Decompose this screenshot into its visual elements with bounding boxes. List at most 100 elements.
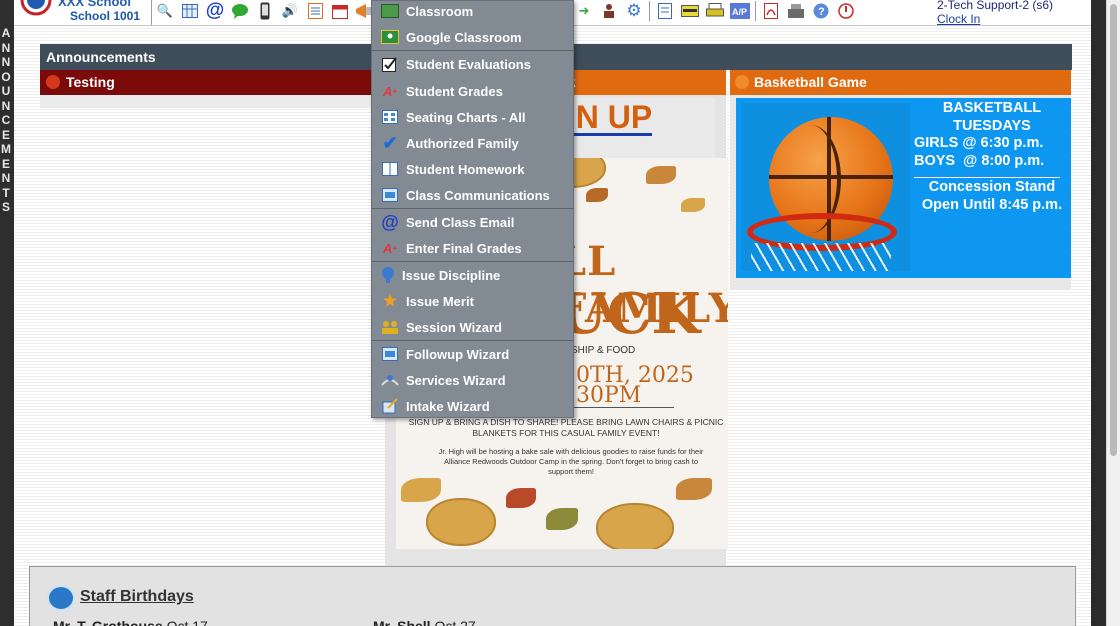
school-logo[interactable] bbox=[18, 0, 54, 16]
power-icon[interactable] bbox=[836, 1, 856, 21]
menu-item-label: Send Class Email bbox=[406, 214, 515, 230]
chat-icon[interactable] bbox=[230, 1, 250, 21]
user-info: 2-Tech Support-2 (s6) Clock In bbox=[937, 0, 1053, 26]
vertical-scrollbar[interactable] bbox=[1106, 0, 1120, 626]
leaf-decoration bbox=[676, 478, 712, 500]
menu-item-intake-wizard[interactable]: Intake Wizard bbox=[372, 393, 573, 419]
staff-birthdays-title[interactable]: Staff Birthdays bbox=[80, 588, 194, 606]
side-letter: E bbox=[1, 156, 10, 171]
printer-icon[interactable] bbox=[705, 1, 725, 21]
basketball-divider bbox=[914, 176, 1060, 178]
discipline-icon bbox=[379, 266, 397, 284]
menu-item-label: Authorized Family bbox=[406, 135, 519, 151]
header-divider bbox=[151, 0, 152, 25]
menu-item-authorized-family[interactable]: ✔ Authorized Family bbox=[372, 130, 573, 156]
poster-divider bbox=[571, 407, 674, 408]
basketball-icon bbox=[735, 75, 749, 89]
side-letter: N bbox=[1, 98, 11, 113]
side-letter: C bbox=[1, 113, 11, 127]
basketball-girls-time: GIRLS @ 6:30 p.m. bbox=[914, 135, 1044, 152]
book-icon bbox=[381, 160, 399, 178]
toolbar-left: 🔍 @ 🔊 bbox=[155, 1, 375, 21]
mobile-phone-icon[interactable] bbox=[255, 1, 275, 21]
poster-subtitle: SHIP & FOOD bbox=[571, 345, 636, 356]
leaf-decoration bbox=[401, 478, 441, 502]
menu-item-services-wizard[interactable]: Services Wizard bbox=[372, 367, 573, 393]
menu-item-seating-charts[interactable]: Seating Charts - All bbox=[372, 104, 573, 130]
calendar-grid-icon[interactable] bbox=[180, 1, 200, 21]
menu-item-label: Enter Final Grades bbox=[406, 240, 522, 256]
pumpkin-decoration bbox=[426, 498, 496, 546]
menu-item-label: Issue Discipline bbox=[402, 267, 501, 283]
basketball-image bbox=[741, 103, 910, 271]
document-list-icon[interactable] bbox=[655, 1, 675, 21]
at-sign-icon: @ bbox=[381, 211, 399, 232]
menu-item-followup-wizard[interactable]: Followup Wizard bbox=[372, 341, 573, 367]
pin-icon bbox=[46, 75, 60, 89]
id-card-icon[interactable] bbox=[680, 1, 700, 21]
poster-time-line: 30PM bbox=[576, 383, 642, 408]
settings-gear-icon[interactable]: ⚙ bbox=[624, 1, 644, 21]
user-name: 2-Tech Support-2 (s6) bbox=[937, 0, 1054, 12]
leaf-decoration bbox=[506, 488, 536, 508]
menu-item-label: Followup Wizard bbox=[406, 346, 510, 362]
report-icon[interactable] bbox=[305, 1, 325, 21]
menu-item-issue-merit[interactable]: ★ Issue Merit bbox=[372, 288, 573, 314]
menu-item-class-communications[interactable]: Class Communications bbox=[372, 182, 573, 208]
basketball-line: TUESDAYS bbox=[953, 117, 1031, 134]
side-letter: N bbox=[1, 40, 11, 55]
menu-item-label: Class Communications bbox=[406, 187, 550, 203]
poster-instructions: SIGN UP & BRING A DISH TO SHARE! PLEASE … bbox=[408, 417, 724, 438]
menu-item-label: Intake Wizard bbox=[406, 398, 490, 414]
menu-item-classroom[interactable]: Classroom bbox=[372, 0, 573, 24]
menu-item-label: Student Grades bbox=[406, 83, 503, 99]
pdf-icon[interactable] bbox=[761, 1, 781, 21]
staff-birthdays-panel: Staff Birthdays Mr. T. Grothouse Oct 17 … bbox=[29, 566, 1076, 626]
help-icon[interactable]: ? bbox=[811, 1, 831, 21]
menu-item-enter-final-grades[interactable]: A + Enter Final Grades bbox=[372, 235, 573, 261]
side-letter: U bbox=[1, 84, 11, 98]
basketball-schedule-text: BASKETBALL TUESDAYS GIRLS @ 6:30 p.m. BO… bbox=[914, 100, 1070, 214]
email-at-icon[interactable]: @ bbox=[205, 1, 225, 21]
basketball-panel-title: Basketball Game bbox=[754, 74, 867, 90]
leaf-decoration bbox=[646, 166, 676, 184]
testing-panel-title: Testing bbox=[66, 74, 115, 90]
checkmark-icon: ✔ bbox=[382, 132, 398, 153]
menu-item-session-wizard[interactable]: Session Wizard bbox=[372, 314, 573, 340]
intake-wizard-icon bbox=[381, 397, 399, 415]
clock-in-link[interactable]: Clock In bbox=[937, 12, 1053, 26]
side-letter: N bbox=[1, 55, 11, 69]
arrow-right-icon[interactable]: ➜ bbox=[574, 1, 594, 21]
calendar-icon[interactable] bbox=[330, 1, 350, 21]
menu-item-google-classroom[interactable]: Google Classroom bbox=[372, 24, 573, 50]
menu-item-label: Student Homework bbox=[406, 161, 525, 177]
people-icon[interactable] bbox=[599, 1, 619, 21]
basketball-panel-header[interactable]: Basketball Game bbox=[730, 70, 1071, 95]
menu-item-label: Services Wizard bbox=[406, 372, 506, 388]
school-name[interactable]: School 1001 bbox=[70, 9, 140, 23]
side-letter: T bbox=[2, 185, 10, 200]
menu-item-student-grades[interactable]: A + Student Grades bbox=[372, 78, 573, 104]
speaker-icon[interactable]: 🔊 bbox=[280, 1, 300, 21]
menu-item-student-homework[interactable]: Student Homework bbox=[372, 156, 573, 182]
birthday-entry: Mr. T. Grothouse Oct 17 bbox=[53, 618, 208, 626]
accounts-payable-icon[interactable]: A/P bbox=[730, 1, 750, 21]
menu-item-label: Seating Charts - All bbox=[406, 109, 526, 125]
menu-item-label: Session Wizard bbox=[406, 319, 502, 335]
basketball-boys-time: BOYS @ 8:00 p.m. bbox=[914, 153, 1045, 170]
scrollbar-thumb[interactable] bbox=[1110, 4, 1117, 456]
basketball-net bbox=[751, 243, 891, 271]
svg-text:A/P: A/P bbox=[732, 7, 747, 17]
announcements-side-tab[interactable]: A N N O U N C E M E N T S bbox=[0, 0, 14, 626]
cash-register-icon[interactable] bbox=[786, 1, 806, 21]
testing-panel-header[interactable]: Testing bbox=[40, 70, 385, 95]
menu-item-student-evaluations[interactable]: Student Evaluations bbox=[372, 51, 573, 77]
side-letter: S bbox=[1, 200, 10, 214]
basketball-flyer: BASKETBALL TUESDAYS GIRLS @ 6:30 p.m. BO… bbox=[736, 98, 1071, 278]
checkbox-icon bbox=[381, 55, 399, 73]
merit-star-icon: ★ bbox=[382, 293, 398, 310]
menu-item-issue-discipline[interactable]: Issue Discipline bbox=[372, 262, 573, 288]
menu-item-send-class-email[interactable]: @ Send Class Email bbox=[372, 209, 573, 235]
seating-chart-icon bbox=[381, 108, 399, 126]
search-icon[interactable]: 🔍 bbox=[155, 1, 175, 21]
